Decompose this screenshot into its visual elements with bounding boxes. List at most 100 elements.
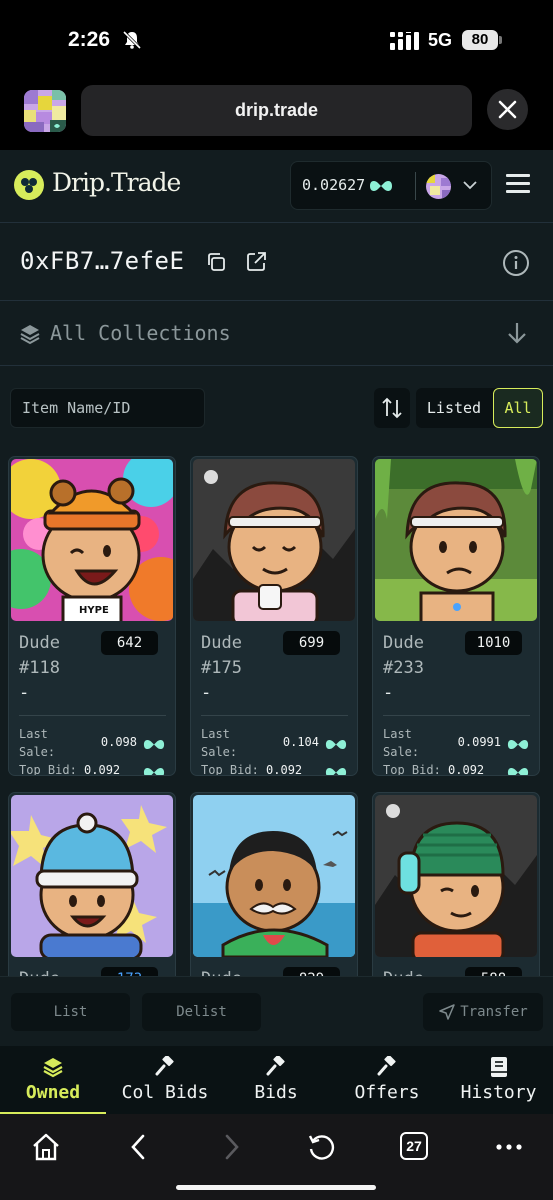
nft-image bbox=[11, 795, 173, 957]
listing-toggle: Listed All bbox=[416, 388, 543, 428]
status-bar: 2:26 5G 80 bbox=[0, 0, 553, 78]
nft-image bbox=[375, 459, 537, 621]
info-icon[interactable] bbox=[502, 249, 530, 277]
divider bbox=[19, 715, 166, 716]
copy-icon[interactable] bbox=[206, 252, 226, 272]
menu-icon[interactable] bbox=[506, 174, 530, 194]
nft-name: Dude bbox=[201, 967, 281, 976]
top-bid-label: Top Bid: bbox=[201, 763, 259, 776]
arrow-down-icon bbox=[508, 323, 526, 344]
rarity-rank-badge: 1010 bbox=[465, 631, 522, 655]
nft-image bbox=[193, 795, 355, 957]
browser-bar: drip.trade bbox=[0, 78, 553, 150]
nft-card[interactable]: Dude 588 bbox=[372, 792, 540, 976]
tab-col-bids[interactable]: Col Bids bbox=[110, 1046, 220, 1114]
tab-history[interactable]: History bbox=[444, 1046, 553, 1114]
sort-button[interactable] bbox=[374, 388, 410, 428]
wallet-button[interactable]: 0.02627 bbox=[290, 161, 492, 210]
nft-card[interactable]: Dude 829 bbox=[190, 792, 358, 976]
nft-card[interactable]: Dude 173 bbox=[8, 792, 176, 976]
divider bbox=[383, 715, 530, 716]
nft-price: - bbox=[19, 683, 30, 703]
filter-bar: Listed All bbox=[0, 388, 553, 430]
last-sale-label: Last Sale: bbox=[201, 727, 238, 759]
last-sale-label: Last Sale: bbox=[383, 727, 420, 759]
network-type: 5G bbox=[428, 30, 453, 50]
tab-label: Col Bids bbox=[121, 1082, 209, 1103]
site-header: Drip.Trade 0.02627 bbox=[0, 150, 553, 222]
hype-token-icon bbox=[143, 739, 165, 750]
tab-label: Bids bbox=[254, 1082, 298, 1103]
status-time: 2:26 bbox=[68, 28, 111, 51]
toggle-listed[interactable]: Listed bbox=[416, 388, 492, 428]
nft-name: Dude #175 bbox=[201, 633, 242, 678]
tab-label: History bbox=[460, 1082, 537, 1103]
external-link-icon[interactable] bbox=[246, 251, 267, 272]
hype-token-icon bbox=[507, 767, 529, 775]
rarity-rank-badge: 642 bbox=[101, 631, 158, 655]
search-input[interactable] bbox=[10, 388, 205, 428]
last-sale-value: 0.0991 bbox=[457, 735, 501, 749]
hype-token-icon bbox=[325, 767, 347, 775]
hype-token-icon bbox=[370, 181, 392, 191]
last-sale-value: 0.098 bbox=[100, 735, 137, 749]
tab-offers[interactable]: Offers bbox=[332, 1046, 442, 1114]
bottom-tab-bar: Owned Col Bids Bids Offers History bbox=[0, 1046, 553, 1114]
close-button[interactable] bbox=[487, 89, 528, 130]
transfer-button[interactable]: Transfer bbox=[423, 993, 543, 1031]
logo-text[interactable]: Drip.Trade bbox=[52, 168, 181, 197]
forward-icon[interactable] bbox=[220, 1132, 242, 1162]
top-bid-value: 0.092 bbox=[448, 763, 485, 776]
last-sale-label: Last Sale: bbox=[19, 727, 56, 759]
home-icon[interactable] bbox=[31, 1132, 61, 1162]
signal-icon bbox=[390, 32, 419, 50]
drip-logo-icon[interactable] bbox=[14, 170, 44, 200]
wallet-address: 0xFB7…7efeE bbox=[20, 247, 185, 275]
collection-selector[interactable]: All Collections bbox=[0, 300, 553, 366]
divider bbox=[415, 172, 416, 200]
close-icon bbox=[498, 100, 517, 119]
tab-label: Owned bbox=[25, 1082, 81, 1103]
rarity-rank-badge: 699 bbox=[283, 631, 340, 655]
hype-token-icon bbox=[507, 739, 529, 750]
wallet-balance: 0.02627 bbox=[302, 176, 366, 194]
action-bar: List Delist Transfer bbox=[0, 976, 553, 1046]
battery-tip bbox=[499, 36, 502, 44]
top-bid-value: 0.092 bbox=[266, 763, 303, 776]
transfer-label: Transfer bbox=[460, 1004, 528, 1020]
rarity-rank-badge: 829 bbox=[283, 967, 340, 976]
toggle-all[interactable]: All bbox=[493, 388, 543, 428]
back-icon[interactable] bbox=[128, 1132, 150, 1162]
list-button[interactable]: List bbox=[11, 993, 130, 1031]
nft-name: Dude bbox=[19, 967, 99, 976]
gavel-icon bbox=[155, 1056, 174, 1076]
delist-button[interactable]: Delist bbox=[142, 993, 261, 1031]
divider bbox=[201, 715, 348, 716]
top-bid-value: 0.092 bbox=[84, 763, 121, 776]
nft-name: Dude #118 bbox=[19, 633, 60, 678]
hype-token-icon bbox=[325, 739, 347, 750]
home-indicator bbox=[176, 1185, 376, 1190]
hype-token-icon bbox=[143, 767, 165, 775]
avatar bbox=[426, 174, 451, 199]
nft-image bbox=[375, 795, 537, 957]
nft-name: Dude bbox=[383, 967, 463, 976]
tab-owned[interactable]: Owned bbox=[0, 1046, 106, 1114]
nft-card[interactable]: HYPE Dude #118 642 - Last Sale: 0.098 To… bbox=[8, 456, 176, 776]
sort-icon bbox=[382, 397, 402, 419]
nft-image bbox=[193, 459, 355, 621]
tab-label: Offers bbox=[354, 1082, 420, 1103]
svg-text:HYPE: HYPE bbox=[79, 605, 109, 616]
tabs-button[interactable]: 27 bbox=[400, 1132, 428, 1160]
nft-card[interactable]: Dude #233 1010 - Last Sale: 0.0991 Top B… bbox=[372, 456, 540, 776]
nft-grid: HYPE Dude #118 642 - Last Sale: 0.098 To… bbox=[0, 456, 553, 976]
gavel-icon bbox=[377, 1056, 396, 1076]
tab-bids[interactable]: Bids bbox=[222, 1046, 330, 1114]
more-icon[interactable] bbox=[494, 1132, 524, 1162]
url-bar[interactable]: drip.trade bbox=[81, 85, 472, 136]
nft-card[interactable]: Dude #175 699 - Last Sale: 0.104 Top Bid… bbox=[190, 456, 358, 776]
reload-icon[interactable] bbox=[307, 1132, 337, 1162]
book-icon bbox=[490, 1057, 507, 1077]
page-content: Drip.Trade 0.02627 0xFB7…7efeE All Colle… bbox=[0, 150, 553, 1046]
top-bid-label: Top Bid: bbox=[383, 763, 441, 776]
